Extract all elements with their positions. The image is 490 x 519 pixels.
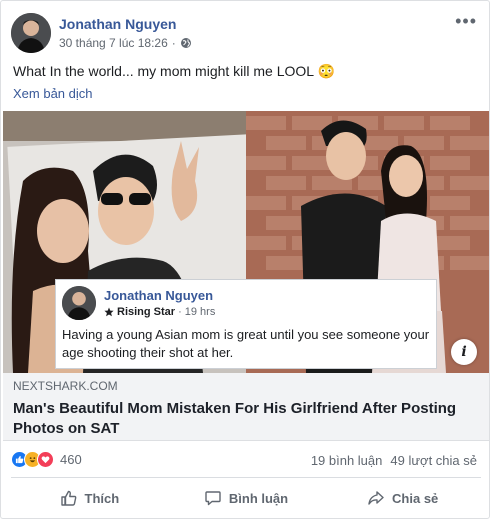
post-actions: Thích Bình luận Chia sẻ (11, 479, 481, 517)
quoted-time: 19 hrs (184, 306, 216, 318)
reaction-count: 460 (60, 452, 82, 467)
author-name[interactable]: Jonathan Nguyen (59, 16, 176, 32)
quoted-author-avatar (62, 286, 96, 320)
link-preview-image[interactable]: Jonathan Nguyen Rising Star · 19 hrs Hav… (3, 111, 489, 373)
quoted-badge: Rising Star (117, 306, 176, 318)
like-label: Thích (84, 490, 120, 506)
see-translation-link[interactable]: Xem bản dịch (13, 86, 93, 101)
info-icon[interactable]: i (451, 339, 477, 365)
comment-label: Bình luận (228, 490, 289, 506)
thumbs-up-icon (60, 490, 76, 506)
share-button[interactable]: Chia sẻ (324, 479, 481, 517)
post-text: What In the world... my mom might kill m… (13, 63, 335, 79)
shares-count[interactable]: 49 lượt chia sẻ (390, 453, 477, 468)
share-icon (368, 491, 384, 505)
actions-divider (11, 477, 481, 478)
link-domain: NEXTSHARK.COM (13, 379, 118, 393)
post-header: Jonathan Nguyen 30 tháng 7 lúc 18:26 · •… (11, 11, 481, 55)
link-info[interactable]: NEXTSHARK.COM Man's Beautiful Mom Mistak… (3, 373, 489, 441)
post-meta: 30 tháng 7 lúc 18:26 · (59, 36, 192, 50)
comments-count[interactable]: 19 bình luận (311, 453, 383, 468)
love-reaction-icon (37, 451, 54, 468)
comment-button[interactable]: Bình luận (168, 479, 325, 517)
engagement-counts: 460 19 bình luận 49 lượt chia sẻ (11, 449, 481, 471)
share-label: Chia sẻ (392, 490, 439, 506)
post-card: Jonathan Nguyen 30 tháng 7 lúc 18:26 · •… (0, 0, 490, 519)
quoted-text: Having a young Asian mom is great until … (62, 327, 430, 360)
quoted-post: Jonathan Nguyen Rising Star · 19 hrs Hav… (55, 279, 437, 369)
quoted-author-name: Jonathan Nguyen (104, 288, 214, 303)
like-button[interactable]: Thích (11, 479, 168, 517)
more-options-icon[interactable]: ••• (455, 11, 477, 32)
reactions-summary[interactable]: 460 (11, 451, 82, 468)
globe-icon[interactable] (180, 37, 192, 49)
comment-icon (205, 491, 221, 506)
author-avatar[interactable] (11, 13, 51, 53)
star-icon (104, 307, 114, 317)
post-timestamp[interactable]: 30 tháng 7 lúc 18:26 (59, 36, 168, 50)
link-title[interactable]: Man's Beautiful Mom Mistaken For His Gir… (13, 399, 473, 439)
quoted-meta: Rising Star · 19 hrs (104, 306, 215, 318)
